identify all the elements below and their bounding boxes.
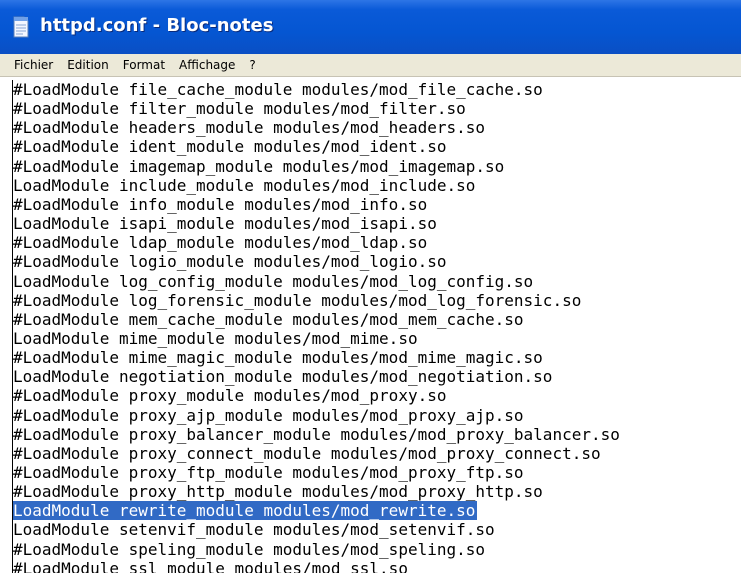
menu-bar: Fichier Edition Format Affichage ? [0, 54, 741, 77]
title-bar[interactable]: httpd.conf - Bloc-notes [0, 0, 741, 54]
menu-affichage[interactable]: Affichage [172, 54, 242, 76]
text-line[interactable]: #LoadModule proxy_http_module modules/mo… [13, 482, 543, 501]
text-line[interactable]: #LoadModule speling_module modules/mod_s… [13, 540, 485, 559]
text-line[interactable]: #LoadModule info_module modules/mod_info… [13, 195, 427, 214]
text-line[interactable]: #LoadModule mem_cache_module modules/mod… [13, 310, 524, 329]
text-line[interactable]: #LoadModule logio_module modules/mod_log… [13, 252, 446, 271]
text-line[interactable]: LoadModule include_module modules/mod_in… [13, 176, 475, 195]
text-line[interactable]: LoadModule mime_module modules/mod_mime.… [13, 329, 418, 348]
menu-format[interactable]: Format [116, 54, 172, 76]
text-line[interactable]: #LoadModule ssl_module modules/mod_ssl.s… [13, 559, 408, 573]
text-line[interactable]: #LoadModule file_cache_module modules/mo… [13, 80, 543, 99]
menu-fichier[interactable]: Fichier [0, 54, 60, 76]
notepad-icon [13, 16, 29, 38]
notepad-window: httpd.conf - Bloc-notes Fichier Edition … [0, 0, 741, 573]
text-line[interactable]: #LoadModule ident_module modules/mod_ide… [13, 137, 446, 156]
menu-help[interactable]: ? [242, 54, 262, 76]
text-line[interactable]: #LoadModule proxy_balancer_module module… [13, 425, 620, 444]
text-line[interactable]: #LoadModule proxy_ftp_module modules/mod… [13, 463, 524, 482]
selected-text-line[interactable]: LoadModule rewrite_module modules/mod_re… [12, 501, 478, 520]
text-line[interactable]: #LoadModule proxy_connect_module modules… [13, 444, 601, 463]
text-line[interactable]: #LoadModule proxy_module modules/mod_pro… [13, 386, 446, 405]
text-caret [12, 80, 13, 573]
text-line[interactable]: #LoadModule proxy_ajp_module modules/mod… [13, 406, 524, 425]
text-line[interactable]: #LoadModule log_forensic_module modules/… [13, 291, 581, 310]
text-line[interactable]: #LoadModule ldap_module modules/mod_ldap… [13, 233, 427, 252]
menu-edition[interactable]: Edition [60, 54, 116, 76]
text-line[interactable]: LoadModule setenvif_module modules/mod_s… [13, 520, 495, 539]
window-title: httpd.conf - Bloc-notes [40, 15, 274, 36]
text-line[interactable]: #LoadModule headers_module modules/mod_h… [13, 118, 485, 137]
text-line[interactable]: #LoadModule mime_magic_module modules/mo… [13, 348, 543, 367]
text-line[interactable]: #LoadModule imagemap_module modules/mod_… [13, 157, 504, 176]
text-line[interactable]: LoadModule isapi_module modules/mod_isap… [13, 214, 437, 233]
text-line[interactable]: LoadModule log_config_module modules/mod… [13, 272, 533, 291]
text-line[interactable]: LoadModule negotiation_module modules/mo… [13, 367, 552, 386]
text-line[interactable]: #LoadModule filter_module modules/mod_fi… [13, 99, 466, 118]
